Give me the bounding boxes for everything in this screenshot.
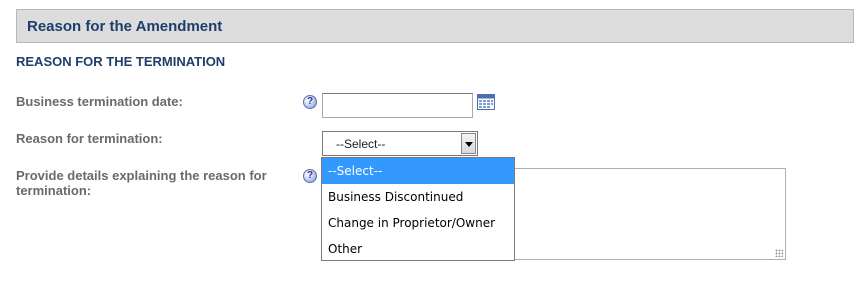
resize-grip-icon[interactable] bbox=[775, 249, 783, 257]
dropdown-option-select[interactable]: --Select-- bbox=[322, 158, 514, 184]
termination-subheading: REASON FOR THE TERMINATION bbox=[16, 54, 226, 69]
help-icon[interactable]: ? bbox=[303, 95, 317, 109]
dropdown-option-change-owner[interactable]: Change in Proprietor/Owner bbox=[322, 210, 514, 236]
termination-date-label: Business termination date: bbox=[16, 94, 183, 109]
termination-date-input[interactable] bbox=[322, 93, 473, 118]
dropdown-option-other[interactable]: Other bbox=[322, 236, 514, 262]
section-title: Reason for the Amendment bbox=[27, 18, 223, 35]
chevron-down-icon[interactable] bbox=[461, 133, 476, 154]
termination-reason-select[interactable]: --Select-- bbox=[322, 131, 478, 156]
amendment-form-page: Reason for the Amendment REASON FOR THE … bbox=[0, 0, 865, 297]
calendar-icon[interactable] bbox=[477, 94, 495, 110]
details-label: Provide details explaining the reason fo… bbox=[16, 168, 267, 198]
details-label-line2: termination: bbox=[16, 183, 92, 198]
select-current-value: --Select-- bbox=[336, 137, 386, 151]
help-icon[interactable]: ? bbox=[303, 169, 317, 183]
dropdown-option-business-discontinued[interactable]: Business Discontinued bbox=[322, 184, 514, 210]
section-header: Reason for the Amendment bbox=[16, 9, 854, 43]
details-label-line1: Provide details explaining the reason fo… bbox=[16, 168, 267, 183]
termination-reason-label: Reason for termination: bbox=[16, 131, 163, 146]
reason-dropdown-list: --Select-- Business Discontinued Change … bbox=[321, 157, 515, 261]
